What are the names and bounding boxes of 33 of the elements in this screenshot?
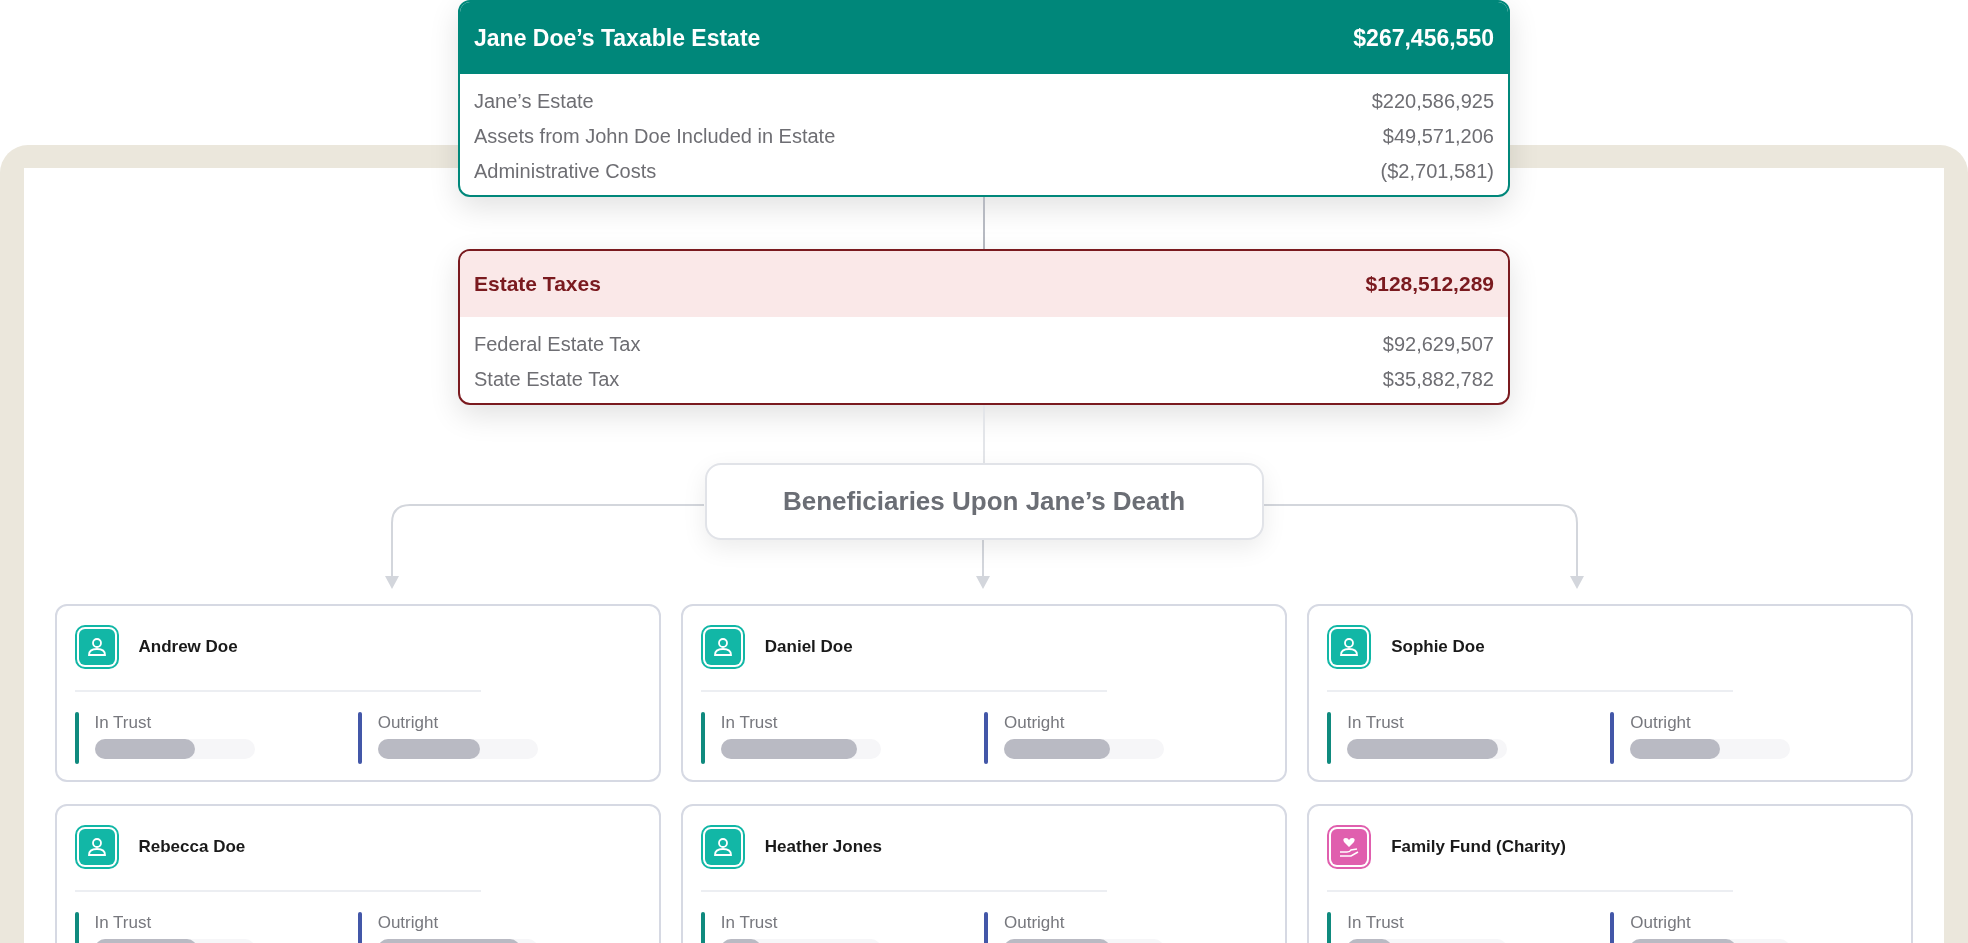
beneficiary-name: Sophie Doe — [1391, 636, 1485, 659]
card-total: $267,456,550 — [1353, 23, 1494, 53]
section-label: In Trust — [94, 712, 153, 734]
card-title: Jane Doe’s Taxable Estate — [474, 23, 761, 53]
row-amount: $35,882,782 — [1382, 366, 1494, 392]
card-total: $128,512,289 — [1365, 271, 1494, 298]
row-label: Jane’s Estate — [474, 88, 594, 114]
row-label: Federal Estate Tax — [474, 331, 641, 357]
beneficiary-name: Heather Jones — [764, 836, 882, 859]
row-amount: ($2,701,581) — [1380, 158, 1494, 184]
row-amount: $49,571,206 — [1382, 123, 1494, 149]
section-label: Outright — [1630, 912, 1692, 934]
row-amount: $92,629,507 — [1382, 331, 1494, 357]
section-label: In Trust — [720, 712, 779, 734]
row-label: State Estate Tax — [474, 366, 620, 392]
beneficiary-name: Family Fund (Charity) — [1391, 836, 1566, 859]
beneficiary-name: Andrew Doe — [138, 636, 238, 659]
section-label: Outright — [1630, 712, 1692, 734]
beneficiary-name: Rebecca Doe — [138, 836, 246, 859]
section-label: In Trust — [94, 912, 153, 934]
row-label: Administrative Costs — [474, 158, 657, 184]
section-label: In Trust — [1347, 712, 1405, 734]
beneficiary-name: Daniel Doe — [764, 636, 853, 659]
section-label: Outright — [1004, 912, 1066, 934]
section-label: In Trust — [1347, 912, 1405, 934]
section-label: Outright — [377, 912, 440, 934]
section-label: In Trust — [720, 912, 779, 934]
section-label: Outright — [377, 712, 440, 734]
row-label: Assets from John Doe Included in Estate — [474, 123, 836, 149]
row-amount: $220,586,925 — [1371, 88, 1494, 114]
section-label: Outright — [1004, 712, 1066, 734]
card-title: Estate Taxes — [474, 271, 601, 298]
section-heading: Beneficiaries Upon Jane’s Death — [704, 463, 1264, 540]
